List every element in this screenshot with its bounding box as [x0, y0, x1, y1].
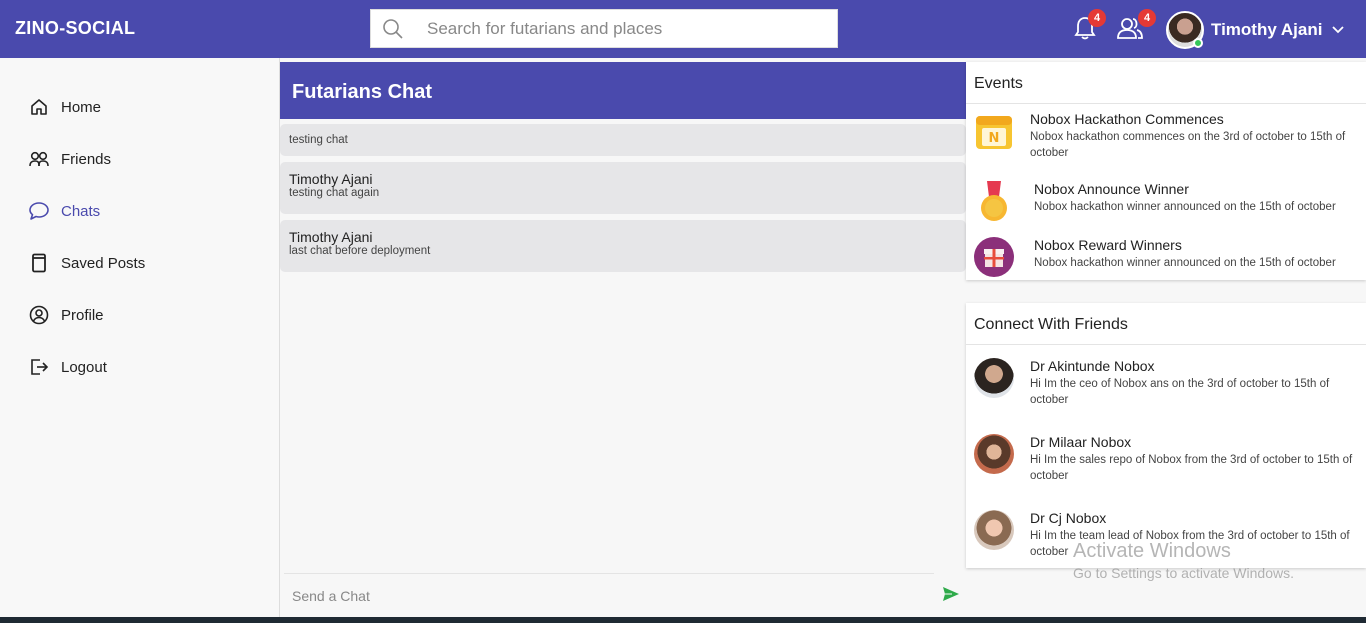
event-desc: Nobox hackathon winner announced on the …: [1034, 201, 1336, 213]
chat-bubble-icon: [28, 200, 50, 222]
chat-input[interactable]: [292, 587, 892, 604]
friend-avatar[interactable]: [974, 510, 1014, 550]
events-title: Events: [966, 62, 1366, 104]
online-indicator: [1193, 38, 1203, 48]
message-text: testing chat: [289, 134, 348, 146]
event-title: Nobox Reward Winners: [1034, 237, 1182, 253]
sidebar-item-label: Logout: [61, 358, 107, 376]
friend-desc: Hi Im the sales repo of Nobox from the 3…: [1030, 454, 1353, 482]
event-title: Nobox Hackathon Commences: [1030, 111, 1224, 127]
sidebar-item-logout[interactable]: Logout: [28, 356, 107, 378]
svg-text:N: N: [989, 131, 1000, 146]
friend-requests-badge: 4: [1138, 9, 1156, 27]
search-input[interactable]: [427, 18, 807, 39]
friend-desc: Hi Im the ceo of Nobox ans on the 3rd of…: [1030, 378, 1330, 406]
sidebar-item-label: Chats: [61, 202, 101, 220]
friend-avatar[interactable]: [974, 358, 1014, 398]
sidebar-item-profile[interactable]: Profile: [28, 304, 104, 326]
friends-title: Connect With Friends: [966, 303, 1366, 345]
home-icon: [28, 96, 50, 118]
right-column: Events N Nobox Hackathon Commences Nobox…: [966, 58, 1366, 623]
top-navbar: ZINO-SOCIAL 4 4 Timothy Ajani: [0, 0, 1366, 58]
message-sender: Timothy Ajani: [289, 229, 373, 245]
friend-name: Dr Milaar Nobox: [1030, 434, 1132, 450]
chat-message: Timothy Ajani last chat before deploymen…: [280, 220, 966, 272]
sidebar-item-home[interactable]: Home: [28, 96, 101, 118]
event-title: Nobox Announce Winner: [1034, 181, 1189, 197]
chat-title: Futarians Chat: [280, 62, 966, 119]
notifications-button[interactable]: 4: [1074, 9, 1106, 45]
gift-icon: [974, 237, 1014, 277]
sidebar-item-label: Saved Posts: [61, 254, 146, 272]
message-text: testing chat again: [289, 187, 380, 199]
sidebar-item-chats[interactable]: Chats: [28, 200, 100, 222]
chat-composer: [284, 573, 934, 617]
friend-avatar[interactable]: [974, 434, 1014, 474]
chevron-down-icon[interactable]: [1332, 21, 1345, 39]
friend-name: Dr Cj Nobox: [1030, 510, 1107, 526]
sidebar-item-label: Friends: [61, 150, 112, 168]
sidebar-item-saved-posts[interactable]: Saved Posts: [28, 252, 145, 274]
friend-requests-button[interactable]: 4: [1116, 9, 1156, 45]
sidebar-item-label: Home: [61, 98, 102, 116]
sidebar: Home Friends Chats Saved Posts Profile L…: [0, 58, 280, 623]
brand-logo[interactable]: ZINO-SOCIAL: [15, 18, 135, 39]
friends-card: Connect With Friends Dr Akintunde Nobox …: [966, 303, 1366, 568]
bookmark-icon: [28, 252, 50, 274]
user-name: Timothy Ajani: [1211, 20, 1323, 39]
search-icon: [373, 18, 413, 40]
event-desc: Nobox hackathon winner announced on the …: [1034, 257, 1336, 269]
user-menu[interactable]: Timothy Ajani: [1166, 11, 1345, 49]
activation-watermark: Activate Windows Go to Settings to activ…: [1073, 540, 1294, 581]
calendar-icon: N: [974, 111, 1014, 151]
friend-name: Dr Akintunde Nobox: [1030, 358, 1155, 374]
taskbar: [0, 617, 1366, 623]
profile-icon: [28, 304, 50, 326]
logout-icon: [28, 356, 50, 378]
watermark-subtitle: Go to Settings to activate Windows.: [1073, 565, 1294, 581]
notifications-badge: 4: [1088, 9, 1106, 27]
send-icon: [943, 587, 959, 601]
sidebar-item-label: Profile: [61, 306, 104, 324]
medal-icon: [974, 181, 1014, 221]
friends-icon: [28, 148, 50, 170]
message-text: last chat before deployment: [289, 245, 431, 257]
watermark-title: Activate Windows: [1073, 540, 1231, 562]
chat-message: Timothy Ajani testing chat again: [280, 162, 966, 214]
chat-message: testing chat: [280, 124, 966, 156]
event-desc: Nobox hackathon commences on the 3rd of …: [1030, 131, 1346, 159]
user-avatar[interactable]: [1166, 11, 1204, 49]
events-card: Events N Nobox Hackathon Commences Nobox…: [966, 62, 1366, 280]
sidebar-item-friends[interactable]: Friends: [28, 148, 111, 170]
send-button[interactable]: [942, 586, 960, 607]
chat-panel: Futarians Chat testing chat Timothy Ajan…: [280, 58, 966, 623]
message-sender: Timothy Ajani: [289, 171, 373, 187]
search-box[interactable]: [370, 9, 838, 48]
